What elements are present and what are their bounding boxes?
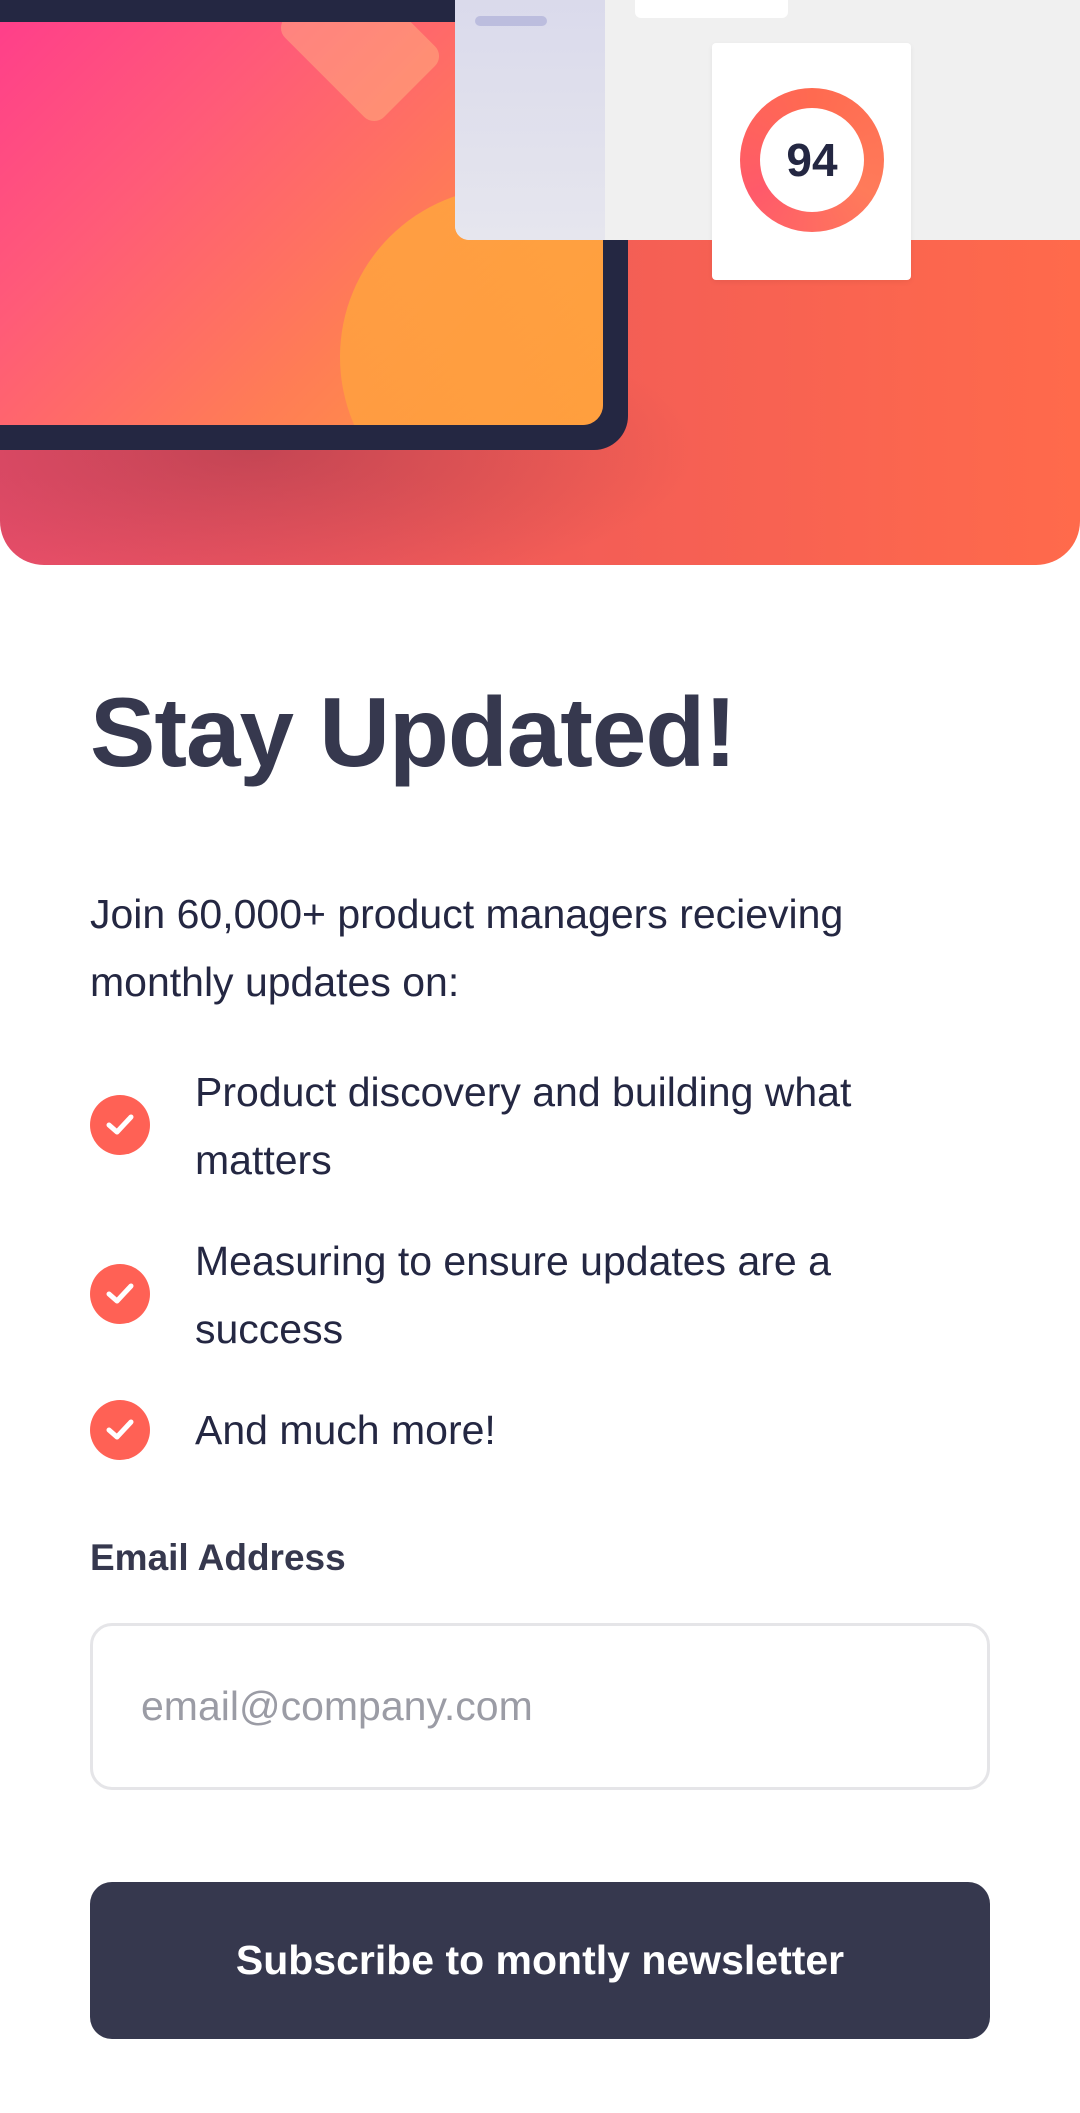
dashboard-tab (635, 0, 788, 18)
email-label: Email Address (90, 1537, 346, 1578)
check-icon (90, 1264, 150, 1324)
feature-text: And much more! (195, 1407, 496, 1453)
feature-item: And much more! (90, 1396, 990, 1464)
hero-illustration: 94 (0, 0, 1080, 565)
score-value: 94 (760, 108, 864, 212)
feature-text: Measuring to ensure updates are a succes… (195, 1238, 831, 1352)
check-icon (90, 1400, 150, 1460)
score-ring: 94 (740, 88, 884, 232)
dashboard-sidebar (455, 0, 605, 240)
sidebar-bar (475, 16, 547, 26)
screen-triangle-shape (275, 22, 445, 127)
feature-item: Product discovery and building what matt… (90, 1058, 990, 1194)
feature-list: Product discovery and building what matt… (90, 1058, 990, 1497)
feature-item: Measuring to ensure updates are a succes… (90, 1227, 990, 1363)
check-icon (90, 1095, 150, 1155)
score-card: 94 (712, 43, 911, 280)
feature-text: Product discovery and building what matt… (195, 1069, 852, 1183)
email-field[interactable] (90, 1623, 990, 1790)
page-title: Stay Updated! (90, 677, 737, 787)
intro-text: Join 60,000+ product managers recieving … (90, 891, 844, 1005)
subscribe-button[interactable]: Subscribe to montly newsletter (90, 1882, 990, 2039)
